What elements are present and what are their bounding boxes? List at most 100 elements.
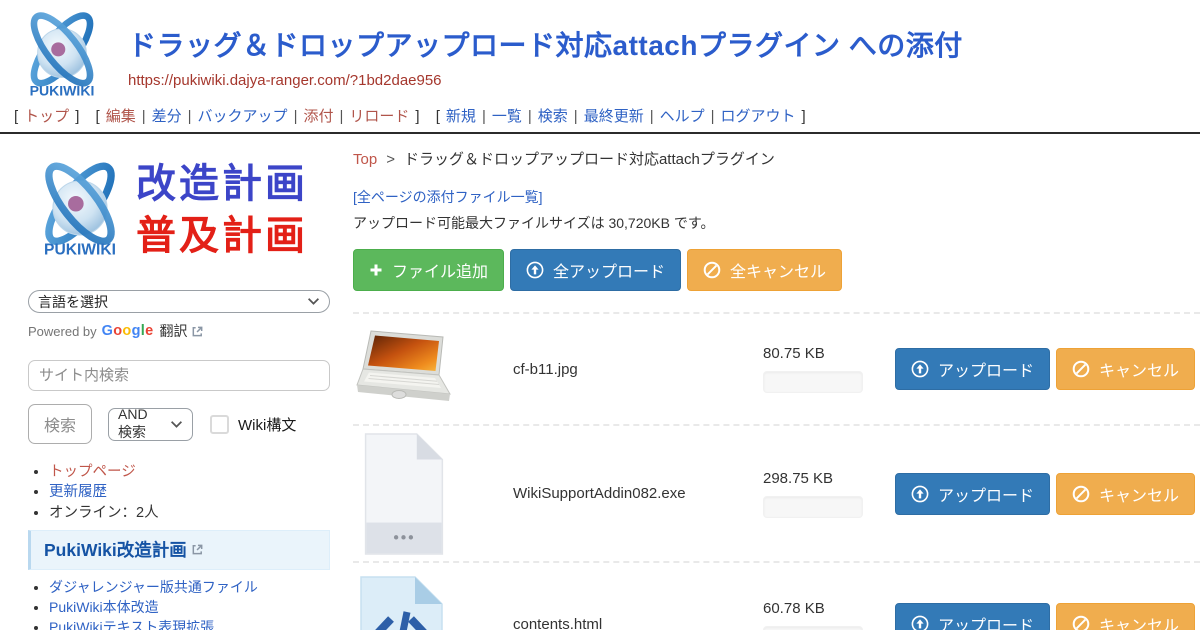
nav-item-backup[interactable]: バックアップ <box>198 108 288 125</box>
search-controls: 検索 AND検索 Wiki構文 <box>28 404 330 444</box>
nav-item-edit[interactable]: 編集 <box>106 108 136 125</box>
laptop-photo-thumbnail <box>355 328 455 410</box>
max-upload-size-note: アップロード可能最大ファイルサイズは 30,720KB です。 <box>353 213 1200 233</box>
sidebar-item-text-ext[interactable]: PukiWikiテキスト表現拡張 <box>49 619 214 630</box>
upload-circle-icon <box>526 261 544 279</box>
nav-item-attach[interactable]: 添付 <box>303 108 333 125</box>
pukiwiki-atom-icon: PUKIWIKI <box>28 154 132 266</box>
upload-circle-icon <box>911 615 929 630</box>
list-item: トップページ <box>49 464 330 481</box>
powered-by-prefix: Powered by <box>28 324 97 339</box>
all-pages-attach-list-link[interactable]: [全ページの添付ファイル一覧] <box>353 187 543 207</box>
plus-icon <box>369 263 383 277</box>
translate-link[interactable]: 翻訳 <box>159 321 187 341</box>
sidebar-quick-links: トップページ 更新履歴 オンライン：2人 <box>28 464 330 522</box>
external-link-icon <box>191 325 204 338</box>
page-url: https://pukiwiki.dajya-ranger.com/?1bd2d… <box>128 72 963 89</box>
table-row: WikiSupportAddin082.exe 298.75 KB アップロード <box>353 424 1200 561</box>
nav-item-list[interactable]: 一覧 <box>492 108 522 125</box>
breadcrumb: Top > ドラッグ＆ドロップアップロード対応attachプラグイン <box>353 148 1200 169</box>
list-item: PukiWikiテキスト表現拡張 <box>49 620 330 630</box>
page-title: ドラッグ＆ドロップアップロード対応attachプラグイン への添付 <box>128 24 963 64</box>
banner-kaizou-text: 改造計画 <box>136 158 308 210</box>
upload-circle-icon <box>911 485 929 503</box>
upload-file-list: cf-b11.jpg 80.75 KB アップロード <box>353 312 1200 630</box>
upload-progress-bar <box>763 371 863 393</box>
file-name: cf-b11.jpg <box>513 361 763 378</box>
nav-item-diff[interactable]: 差分 <box>152 108 182 125</box>
nav-item-top[interactable]: トップ <box>24 108 69 125</box>
list-item: ダジャレンジャー版共通ファイル <box>49 580 330 596</box>
add-files-button[interactable]: ファイル追加 <box>353 249 504 291</box>
file-name: contents.html <box>513 616 763 630</box>
cancel-button[interactable]: キャンセル <box>1056 603 1195 630</box>
banner-fukyuu-text: 普及計画 <box>136 210 308 262</box>
upload-all-button[interactable]: 全アップロード <box>510 249 681 291</box>
sidebar-banner-image[interactable]: PUKIWIKI 改造計画 普及計画 <box>28 154 330 266</box>
nav-item-help[interactable]: ヘルプ <box>660 108 705 125</box>
code-file-icon <box>355 569 447 630</box>
search-mode-select[interactable]: AND検索 <box>108 408 193 441</box>
logo-wordmark: PUKIWIKI <box>44 242 116 259</box>
sidebar-site-links: ダジャレンジャー版共通ファイル PukiWiki本体改造 PukiWikiテキス… <box>28 580 330 630</box>
upload-button[interactable]: アップロード <box>895 473 1050 515</box>
sidebar-item-update-history[interactable]: 更新履歴 <box>49 484 107 500</box>
sidebar-section-pukiwiki-kaizou[interactable]: PukiWiki改造計画 <box>28 530 330 570</box>
cancel-circle-icon <box>1072 360 1090 378</box>
upload-progress-bar <box>763 626 863 630</box>
pukiwiki-atom-logo[interactable]: PUKIWIKI <box>12 10 112 100</box>
upload-progress-bar <box>763 496 863 518</box>
list-item: 更新履歴 <box>49 484 330 501</box>
search-mode-value: AND検索 <box>118 406 161 442</box>
generic-file-icon <box>355 431 451 557</box>
file-size: 80.75 KB <box>763 345 881 362</box>
list-item: オンライン：2人 <box>49 505 330 522</box>
page-header: PUKIWIKI ドラッグ＆ドロップアップロード対応attachプラグイン への… <box>0 0 1200 100</box>
table-row: cf-b11.jpg 80.75 KB アップロード <box>353 312 1200 424</box>
sidebar-item-common-files[interactable]: ダジャレンジャー版共通ファイル <box>49 579 258 595</box>
nav-item-reload[interactable]: リロード <box>349 108 409 125</box>
cancel-all-button[interactable]: 全キャンセル <box>687 249 842 291</box>
cancel-button[interactable]: キャンセル <box>1056 473 1195 515</box>
chevron-down-icon <box>307 297 320 306</box>
google-wordmark: Google <box>102 323 154 339</box>
list-item: PukiWiki本体改造 <box>49 600 330 616</box>
cancel-circle-icon <box>703 261 721 279</box>
nav-item-search[interactable]: 検索 <box>538 108 568 125</box>
online-users-count: オンライン：2人 <box>49 505 159 521</box>
site-search-input[interactable] <box>28 360 330 391</box>
nav-item-recent[interactable]: 最終更新 <box>584 108 644 125</box>
external-link-icon <box>191 543 204 556</box>
main-content: Top > ドラッグ＆ドロップアップロード対応attachプラグイン [全ページの添… <box>345 134 1200 630</box>
nav-item-logout[interactable]: ログアウト <box>721 108 796 125</box>
upload-circle-icon <box>911 360 929 378</box>
breadcrumb-home[interactable]: Top <box>353 151 377 168</box>
section-title: PukiWiki改造計画 <box>44 537 187 562</box>
upload-action-bar: ファイル追加 全アップロード 全キャンセル <box>353 249 1200 291</box>
nav-bracket: [ <box>14 108 18 125</box>
wiki-syntax-checkbox[interactable] <box>210 415 229 434</box>
wiki-syntax-label: Wiki構文 <box>238 414 296 435</box>
nav-bracket: ] <box>75 108 79 125</box>
upload-button[interactable]: アップロード <box>895 348 1050 390</box>
cancel-button[interactable]: キャンセル <box>1056 348 1195 390</box>
language-select[interactable]: 言語を選択 <box>28 290 330 313</box>
header-text-block: ドラッグ＆ドロップアップロード対応attachプラグイン への添付 https:… <box>128 10 963 89</box>
file-name: WikiSupportAddin082.exe <box>513 485 763 502</box>
file-size: 60.78 KB <box>763 600 881 617</box>
upload-button[interactable]: アップロード <box>895 603 1050 630</box>
powered-by-google: Powered by Google 翻訳 <box>28 321 330 341</box>
table-row: contents.html 60.78 KB アップロード <box>353 561 1200 630</box>
language-select-value: 言語を選択 <box>38 292 108 312</box>
file-size: 298.75 KB <box>763 470 881 487</box>
logo-wordmark: PUKIWIKI <box>30 82 95 98</box>
breadcrumb-current: ドラッグ＆ドロップアップロード対応attachプラグイン <box>404 151 775 168</box>
search-button[interactable]: 検索 <box>28 404 92 444</box>
sidebar-item-body-mod[interactable]: PukiWiki本体改造 <box>49 599 159 615</box>
sidebar-item-top-page[interactable]: トップページ <box>49 464 136 480</box>
cancel-circle-icon <box>1072 485 1090 503</box>
cancel-circle-icon <box>1072 615 1090 630</box>
sidebar: PUKIWIKI 改造計画 普及計画 言語を選択 Powered by Goog… <box>0 134 345 630</box>
breadcrumb-separator: > <box>386 151 395 168</box>
nav-item-new[interactable]: 新規 <box>446 108 476 125</box>
